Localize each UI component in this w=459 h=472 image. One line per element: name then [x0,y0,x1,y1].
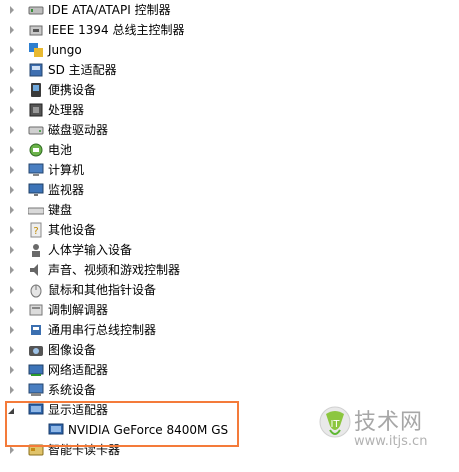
imaging-icon [29,346,43,356]
tree-collapsed-arrow-icon[interactable] [10,306,14,314]
tree-collapsed-arrow-icon[interactable] [10,286,14,294]
tree-item[interactable]: IDE ATA/ATAPI 控制器 [0,0,300,20]
watermark: IT 技术网 www.itjs.cn [318,404,458,464]
usb-icon [31,325,41,335]
monitor-icon [28,183,44,196]
tree-collapsed-arrow-icon[interactable] [10,126,14,134]
tree-item-label: 计算机 [48,163,85,177]
svg-text:IT: IT [330,419,340,430]
tree-item[interactable]: 通用串行总线控制器 [0,320,300,340]
tree-item-label: 调制解调器 [48,303,109,317]
modem-icon [29,304,43,316]
svg-text:?: ? [33,226,38,237]
tree-collapsed-arrow-icon[interactable] [10,46,14,54]
tree-item[interactable]: Jungo [0,40,300,60]
tree-item[interactable]: 计算机 [0,160,300,180]
system-devices-icon [28,383,44,396]
tree-item-label: 人体学输入设备 [48,243,133,257]
tree-collapsed-arrow-icon[interactable] [10,246,14,254]
tree-collapsed-arrow-icon[interactable] [10,346,14,354]
ieee1394-icon [29,25,43,36]
tree-item[interactable]: 调制解调器 [0,300,300,320]
tree-item[interactable]: 便携设备 [0,80,300,100]
tree-item[interactable]: 键盘 [0,200,300,220]
tree-item-label: 磁盘驱动器 [48,123,109,137]
tree-collapsed-arrow-icon[interactable] [10,226,14,234]
ide-controller-icon [28,6,44,15]
disk-drive-icon [28,126,44,135]
other-devices-icon: ? [30,222,42,238]
tree-collapsed-arrow-icon[interactable] [10,26,14,34]
mouse-icon [30,284,42,298]
tree-item[interactable]: ? 其他设备 [0,220,300,240]
tree-item[interactable]: 系统设备 [0,380,300,400]
tree-item[interactable]: SD 主适配器 [0,60,300,80]
network-adapter-icon [28,364,44,376]
tree-item[interactable]: IEEE 1394 总线主控制器 [0,20,300,40]
watermark-logo-icon: IT [319,406,351,438]
tree-collapsed-arrow-icon[interactable] [10,366,14,374]
computer-icon [28,163,44,176]
tree-item[interactable]: 网络适配器 [0,360,300,380]
tree-item-label: 便携设备 [48,83,97,97]
tree-collapsed-arrow-icon[interactable] [10,6,14,14]
hid-icon [32,244,40,257]
tree-item-label: Jungo [48,43,82,57]
tree-collapsed-arrow-icon[interactable] [10,186,14,194]
portable-device-icon [31,83,41,97]
tree-collapsed-arrow-icon[interactable] [10,446,14,454]
tree-item-label: SD 主适配器 [48,63,117,77]
tree-item-label: 声音、视频和游戏控制器 [48,263,181,277]
highlight-box [5,401,239,447]
tree-item-label: IDE ATA/ATAPI 控制器 [48,3,171,17]
tree-item-label: 其他设备 [48,223,97,237]
sd-adapter-icon [29,63,43,77]
tree-collapsed-arrow-icon[interactable] [10,206,14,214]
tree-collapsed-arrow-icon[interactable] [10,106,14,114]
tree-item-label: 通用串行总线控制器 [48,323,157,337]
tree-item-label: 图像设备 [48,343,97,357]
tree-collapsed-arrow-icon[interactable] [10,146,14,154]
jungo-icon [29,43,43,57]
tree-collapsed-arrow-icon[interactable] [10,326,14,334]
tree-item[interactable]: 声音、视频和游戏控制器 [0,260,300,280]
tree-collapsed-arrow-icon[interactable] [10,266,14,274]
tree-item[interactable]: 电池 [0,140,300,160]
tree-collapsed-arrow-icon[interactable] [10,66,14,74]
tree-item-label: IEEE 1394 总线主控制器 [48,23,185,37]
tree-item-label: 网络适配器 [48,363,109,377]
tree-item[interactable]: 图像设备 [0,340,300,360]
tree-item[interactable]: 鼠标和其他指针设备 [0,280,300,300]
battery-icon [29,143,43,157]
tree-item[interactable]: 监视器 [0,180,300,200]
tree-item[interactable]: 处理器 [0,100,300,120]
keyboard-icon [28,207,44,215]
tree-item-label: 电池 [48,143,73,157]
tree-item-label: 处理器 [48,103,85,117]
tree-item[interactable]: 人体学输入设备 [0,240,300,260]
tree-item-label: 鼠标和其他指针设备 [48,283,157,297]
tree-collapsed-arrow-icon[interactable] [10,86,14,94]
tree-collapsed-arrow-icon[interactable] [10,386,14,394]
tree-item-label: 系统设备 [48,383,97,397]
tree-item-label: 键盘 [48,203,73,217]
tree-item[interactable]: 磁盘驱动器 [0,120,300,140]
tree-item-label: 监视器 [48,183,85,197]
watermark-brand: 技术网 [354,410,424,435]
sound-icon [30,264,38,276]
tree-collapsed-arrow-icon[interactable] [10,166,14,174]
watermark-url: www.itjs.cn [354,434,428,449]
processor-icon [29,103,43,117]
